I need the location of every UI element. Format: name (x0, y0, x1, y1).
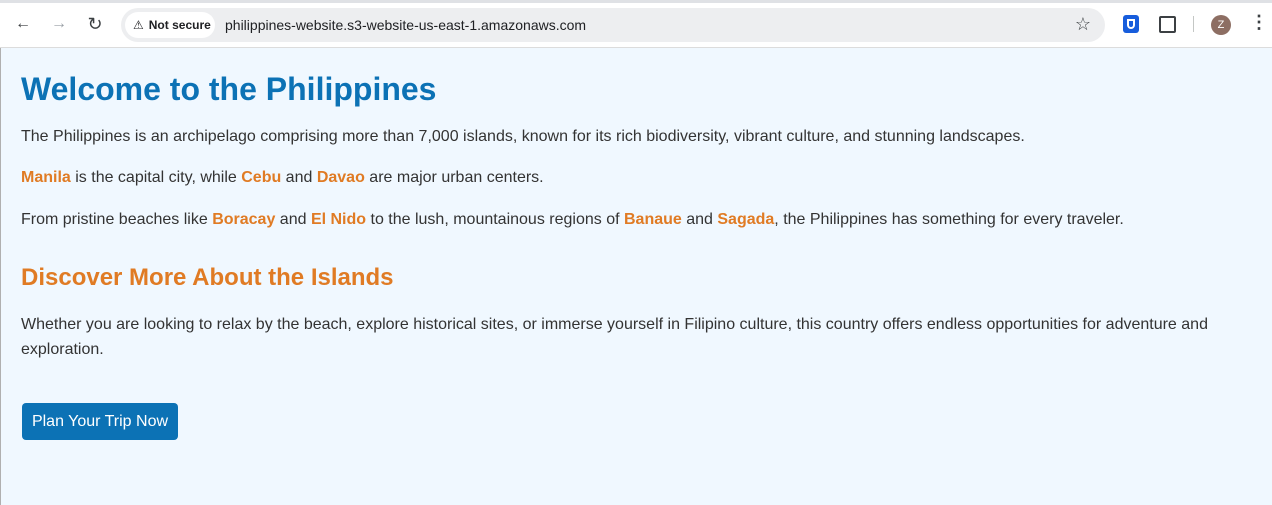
text-fragment: are major urban centers. (364, 169, 544, 186)
more-vert-icon[interactable]: ⋮ (1250, 12, 1268, 33)
text-fragment: and (281, 169, 317, 186)
highlight-davao: Davao (316, 169, 365, 186)
discover-paragraph: Whether you are looking to relax by the … (21, 316, 1208, 358)
text-fragment: is the capital city, while (70, 169, 242, 186)
plan-trip-button[interactable]: Plan Your Trip Now (22, 403, 178, 440)
puzzle-icon[interactable] (1156, 13, 1178, 35)
intro-paragraph: The Philippines is an archipelago compri… (21, 128, 1025, 145)
text-fragment: and (275, 211, 311, 228)
bitwarden-icon[interactable] (1120, 13, 1142, 35)
text-fragment: From pristine beaches like (21, 211, 213, 228)
security-chip-label: Not secure (148, 18, 211, 32)
tab-strip-edge (0, 0, 1272, 3)
browser-toolbar: ← → ↻ ⚠ Not secure philippines-website.s… (0, 0, 1272, 48)
address-bar[interactable]: ⚠ Not secure philippines-website.s3-webs… (121, 8, 1105, 42)
text-fragment: to the lush, mountainous regions of (366, 211, 624, 228)
places-paragraph: From pristine beaches like Boracay and E… (21, 207, 1252, 232)
back-arrow-icon[interactable]: ← (11, 12, 35, 36)
highlight-manila: Manila (21, 169, 71, 186)
highlight-boracay: Boracay (212, 211, 276, 228)
highlight-sagada: Sagada (717, 211, 775, 228)
star-icon[interactable]: ☆ (1075, 14, 1091, 35)
section-heading: Discover More About the Islands (21, 264, 394, 291)
highlight-el-nido: El Nido (310, 211, 367, 228)
cities-paragraph: Manila is the capital city, while Cebu a… (21, 165, 1252, 190)
reload-icon[interactable]: ↻ (83, 12, 107, 36)
page-content: Welcome to the Philippines The Philippin… (0, 48, 1272, 505)
security-chip[interactable]: ⚠ Not secure (125, 12, 215, 38)
avatar[interactable]: Z (1211, 15, 1231, 35)
page-title: Welcome to the Philippines (21, 71, 437, 107)
warning-icon: ⚠ (133, 18, 144, 32)
toolbar-separator (1193, 16, 1194, 32)
forward-arrow-icon[interactable]: → (47, 12, 71, 36)
text-fragment: , the Philippines has something for ever… (774, 211, 1124, 228)
url-text[interactable]: philippines-website.s3-website-us-east-1… (225, 17, 586, 33)
text-fragment: and (681, 211, 718, 228)
highlight-cebu: Cebu (241, 169, 282, 186)
highlight-banaue: Banaue (623, 211, 682, 228)
